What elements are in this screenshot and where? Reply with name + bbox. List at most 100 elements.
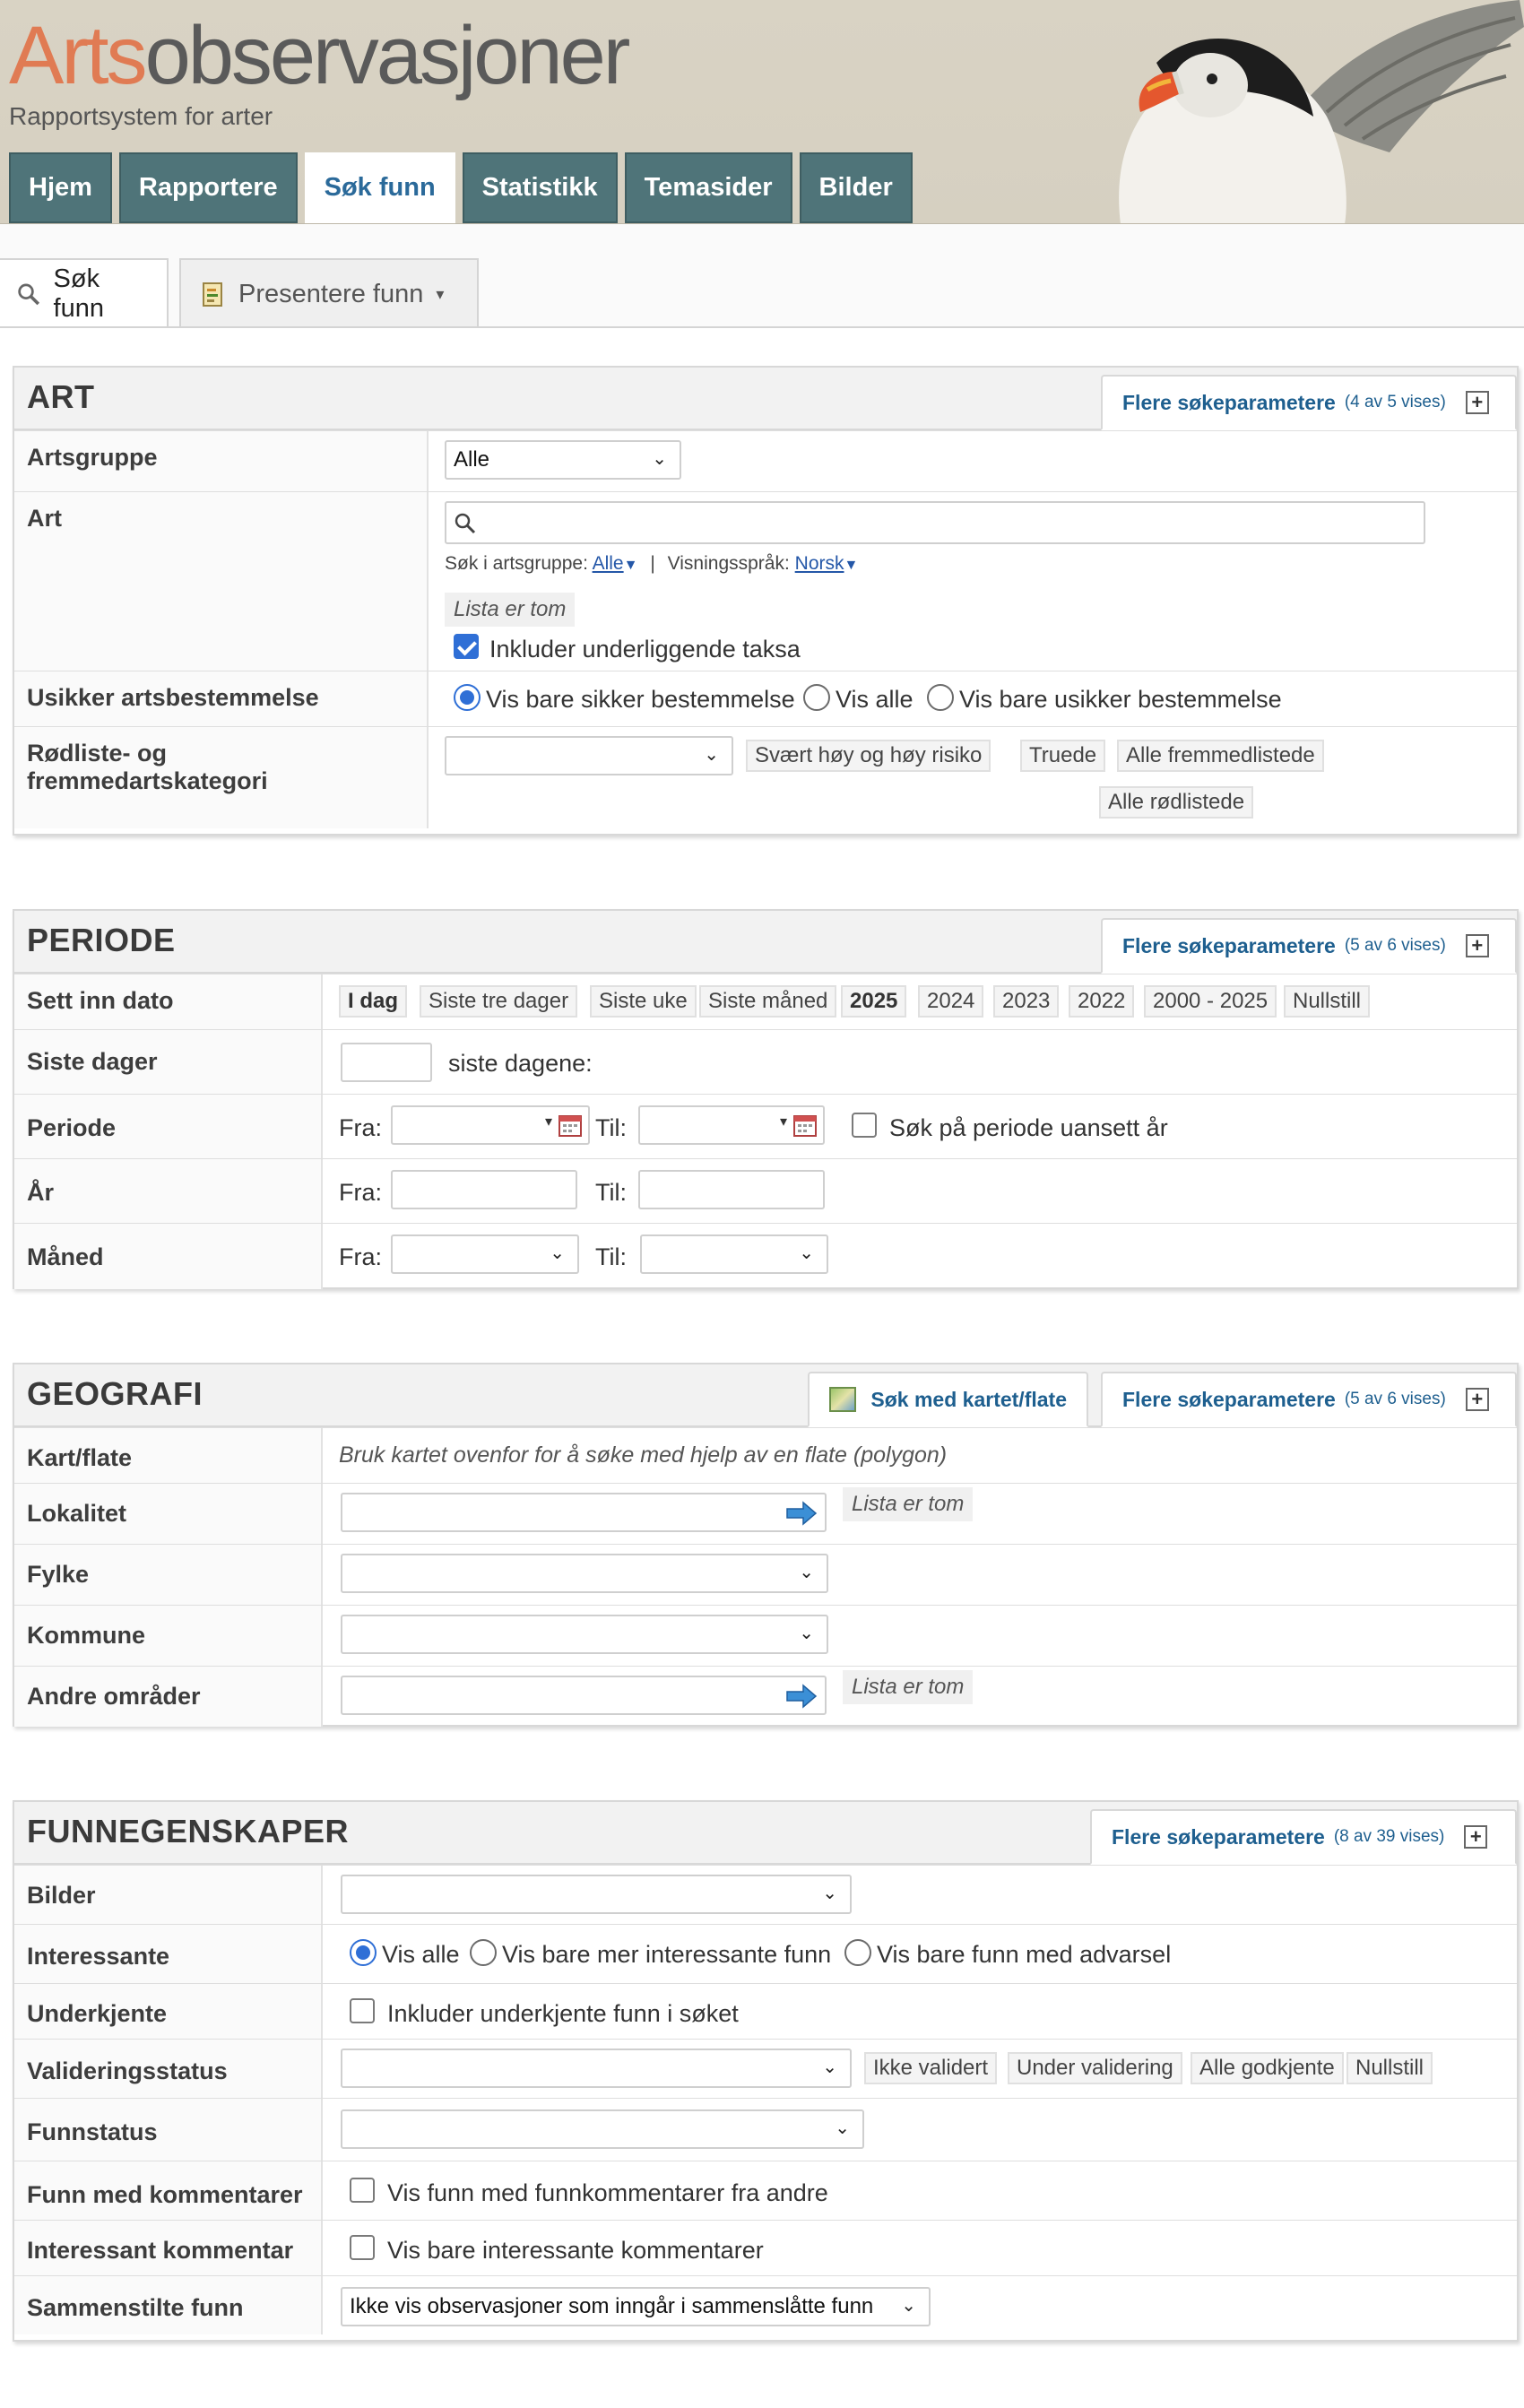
radio-certain-only[interactable]: [454, 684, 481, 711]
sammenstilte-select[interactable]: Ikke vis observasjoner som inngår i samm…: [341, 2287, 931, 2326]
funnstatus-select[interactable]: ⌄: [341, 2109, 864, 2149]
nav-tab-sok-funn[interactable]: Søk funn: [304, 152, 455, 223]
content-lokalitet: Lista er tom: [323, 1484, 1517, 1544]
chevron-down-icon: ▾: [436, 284, 445, 303]
nav-tab-statistikk[interactable]: Statistikk: [462, 152, 618, 223]
more-params-periode[interactable]: Flere søkeparametere (5 av 6 vises) +: [1101, 918, 1517, 974]
chip-siste-tre-dager[interactable]: Siste tre dager: [420, 985, 578, 1018]
row-ar: År Fra: Til:: [14, 1158, 1517, 1223]
lokalitet-input[interactable]: [341, 1493, 827, 1532]
more-params-funn[interactable]: Flere søkeparametere (8 av 39 vises) +: [1090, 1809, 1517, 1865]
subtab-search[interactable]: Søk funn: [0, 258, 169, 328]
chip-2022[interactable]: 2022: [1069, 985, 1135, 1018]
row-periode: Periode Fra: ▾ Til: ▾ Søk på periode uan…: [14, 1094, 1517, 1158]
ar-fra-input[interactable]: [391, 1170, 577, 1209]
calendar-icon[interactable]: [792, 1113, 818, 1138]
row-kommune: Kommune ⌄: [14, 1605, 1517, 1666]
nav-tab-bilder[interactable]: Bilder: [799, 152, 913, 223]
content-kart: Bruk kartet ovenfor for å søke med hjelp…: [323, 1428, 1517, 1483]
expand-plus-icon[interactable]: +: [1465, 391, 1489, 414]
chip-siste-uke[interactable]: Siste uke: [590, 985, 697, 1018]
radio-interessante-mer[interactable]: [470, 1939, 497, 1966]
expand-plus-icon[interactable]: +: [1464, 1825, 1488, 1849]
chip-under-validering[interactable]: Under validering: [1008, 2052, 1182, 2084]
nav-tab-rapportere[interactable]: Rapportere: [118, 152, 298, 223]
underkjente-checkbox[interactable]: [350, 1998, 375, 2023]
site-header: Artsobservasjoner Rapportsystem for arte…: [0, 0, 1524, 226]
art-search-input[interactable]: [445, 501, 1425, 544]
content-redlist: ⌄ Svært høy og høy risiko Truede Alle fr…: [429, 727, 1517, 828]
arrow-right-icon[interactable]: [784, 1500, 819, 1527]
label-validering: Valideringsstatus: [14, 2040, 323, 2098]
chip-high-risk[interactable]: Svært høy og høy risiko: [746, 740, 991, 772]
any-year-checkbox[interactable]: [852, 1113, 877, 1138]
content-fylke: ⌄: [323, 1545, 1517, 1605]
more-params-count: (8 av 39 vises): [1333, 1827, 1445, 1846]
lokalitet-list-empty: Lista er tom: [843, 1487, 974, 1521]
label-andre-omrader: Andre områder: [14, 1667, 323, 1727]
content-validering: ⌄ Ikke validert Under validering Alle go…: [323, 2040, 1517, 2098]
subtab-present[interactable]: Presentere funn ▾: [179, 258, 479, 328]
kommune-select[interactable]: ⌄: [341, 1615, 828, 1654]
label-siste-dager: Siste dager: [14, 1030, 323, 1094]
maned-fra-select[interactable]: ⌄: [391, 1234, 579, 1274]
radio-uncertain-only[interactable]: [927, 684, 954, 711]
periode-fra-label: Fra:: [339, 1114, 383, 1141]
chip-i-dag[interactable]: I dag: [339, 985, 408, 1018]
maned-til-select[interactable]: ⌄: [640, 1234, 828, 1274]
more-params-art[interactable]: Flere søkeparametere (4 av 5 vises) +: [1101, 375, 1517, 430]
chip-ikke-validert[interactable]: Ikke validert: [864, 2052, 998, 2084]
bilder-select[interactable]: ⌄: [341, 1875, 852, 1914]
include-subtaxa-checkbox[interactable]: [454, 634, 479, 659]
siste-dager-input[interactable]: [341, 1043, 432, 1082]
chip-2024[interactable]: 2024: [918, 985, 984, 1018]
artsgruppe-select[interactable]: Alle ⌄: [445, 440, 681, 480]
label-funnstatus: Funnstatus: [14, 2099, 323, 2161]
chip-alle-fremmedlistede[interactable]: Alle fremmedlistede: [1117, 740, 1324, 772]
content-funnstatus: ⌄: [323, 2099, 1517, 2161]
redlist-select[interactable]: ⌄: [445, 736, 733, 775]
chip-truede[interactable]: Truede: [1020, 740, 1106, 772]
nav-tab-temasider[interactable]: Temasider: [624, 152, 792, 223]
chip-2025[interactable]: 2025: [841, 985, 907, 1018]
andre-omrader-input[interactable]: [341, 1676, 827, 1715]
more-params-geografi[interactable]: Flere søkeparametere (5 av 6 vises) +: [1101, 1372, 1517, 1427]
radio-show-all[interactable]: [803, 684, 830, 711]
validering-select[interactable]: ⌄: [341, 2049, 852, 2088]
more-params-label: Flere søkeparametere: [1122, 390, 1336, 414]
ar-til-label: Til:: [595, 1179, 627, 1206]
site-tagline: Rapportsystem for arter: [9, 102, 273, 130]
nav-tab-hjem[interactable]: Hjem: [9, 152, 112, 223]
panel-funn-header: FUNNEGENSKAPER Flere søkeparametere (8 a…: [14, 1802, 1517, 1865]
display-lang-link[interactable]: Norsk: [795, 553, 844, 574]
radio-interessante-advarsel[interactable]: [844, 1939, 871, 1966]
document-icon: [203, 282, 222, 307]
radio-interessante-advarsel-label: Vis bare funn med advarsel: [877, 1941, 1172, 1968]
expand-plus-icon[interactable]: +: [1465, 934, 1489, 957]
chip-nullstill-validering[interactable]: Nullstill: [1346, 2052, 1433, 2084]
chip-alle-rodlistede[interactable]: Alle rødlistede: [1099, 786, 1254, 819]
chip-alle-godkjente[interactable]: Alle godkjente: [1191, 2052, 1344, 2084]
periode-fra-date[interactable]: ▾: [391, 1105, 590, 1145]
site-logo[interactable]: Artsobservasjoner: [9, 14, 630, 97]
more-params-label: Flere søkeparametere: [1112, 1824, 1325, 1849]
ar-til-input[interactable]: [638, 1170, 825, 1209]
periode-til-date[interactable]: ▾: [638, 1105, 825, 1145]
radio-interessante-alle[interactable]: [350, 1939, 377, 1966]
chip-nullstill[interactable]: Nullstill: [1284, 985, 1371, 1018]
label-uncertain: Usikker artsbestemmelse: [14, 671, 429, 726]
calendar-icon[interactable]: [558, 1113, 583, 1138]
map-search-tab[interactable]: Søk med kartet/flate: [808, 1372, 1088, 1427]
expand-plus-icon[interactable]: +: [1465, 1388, 1489, 1411]
kommentarer-checkbox[interactable]: [350, 2178, 375, 2203]
chevron-down-icon: ⌄: [799, 1243, 814, 1263]
search-in-group-link[interactable]: Alle: [593, 553, 624, 574]
fylke-select[interactable]: ⌄: [341, 1554, 828, 1593]
puffin-illustration: [1119, 0, 1524, 224]
interessant-kommentar-checkbox[interactable]: [350, 2235, 375, 2260]
kart-hint: Bruk kartet ovenfor for å søke med hjelp…: [339, 1442, 948, 1468]
chip-siste-maned[interactable]: Siste måned: [699, 985, 837, 1018]
arrow-right-icon[interactable]: [784, 1683, 819, 1710]
chip-2023[interactable]: 2023: [993, 985, 1060, 1018]
chip-2000-2025[interactable]: 2000 - 2025: [1144, 985, 1277, 1018]
